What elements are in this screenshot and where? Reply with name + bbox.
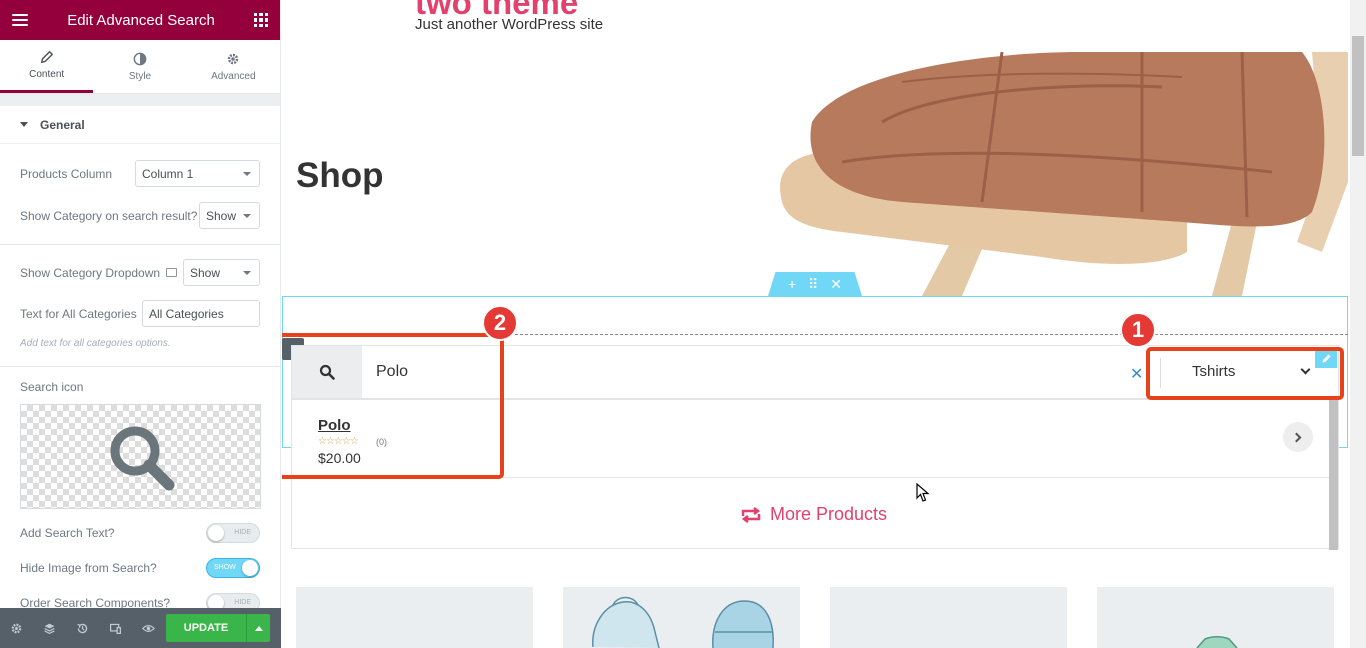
section-general-header[interactable]: General <box>0 106 280 144</box>
tab-content[interactable]: Content <box>0 40 94 93</box>
show-category-dropdown-select[interactable]: Show <box>183 259 260 286</box>
add-section-icon[interactable]: + <box>788 276 796 292</box>
products-column-select[interactable]: Column 1 <box>135 160 260 187</box>
navigator-layers-icon[interactable] <box>33 608 66 648</box>
page-scrollbar[interactable] <box>1350 0 1366 648</box>
product-card[interactable] <box>563 587 800 648</box>
panel-tabs: Content Style Advanced <box>0 40 280 94</box>
update-options-button[interactable] <box>246 614 270 642</box>
tab-advanced-label: Advanced <box>211 70 256 82</box>
history-icon[interactable] <box>66 608 99 648</box>
control-label: Add Search Text? <box>20 526 115 540</box>
all-categories-text-input[interactable]: All Categories <box>142 300 260 327</box>
editor-sidebar: Edit Advanced Search Content Style Advan… <box>0 0 281 648</box>
widgets-grid-icon[interactable] <box>253 13 268 27</box>
control-label: Show Category Dropdown <box>20 265 178 280</box>
page-title: Shop <box>296 156 384 195</box>
more-products-label: More Products <box>770 504 888 524</box>
chair-image <box>780 52 1348 296</box>
control-label: Show Category on search result? <box>20 208 198 223</box>
tshirt-image <box>1196 636 1238 648</box>
delete-section-icon[interactable]: ✕ <box>830 276 842 293</box>
chevron-down-icon <box>243 270 251 275</box>
annotation-box-1 <box>1146 347 1344 400</box>
mouse-cursor-icon <box>916 483 930 502</box>
toggle-state: SHOW <box>214 564 236 571</box>
select-value: Column 1 <box>142 166 194 181</box>
input-value: All Categories <box>149 306 224 321</box>
control-show-category-dropdown: Show Category Dropdown Show <box>20 259 260 286</box>
chevron-down-icon <box>243 171 251 176</box>
toggle-knob <box>242 560 258 576</box>
sidebar-title: Edit Advanced Search <box>67 11 215 29</box>
tab-style[interactable]: Style <box>93 40 186 93</box>
results-scrollbar[interactable] <box>1329 400 1338 550</box>
control-show-category-result: Show Category on search result? Show <box>20 202 260 229</box>
control-text-all-categories: Text for All Categories All Categories <box>20 300 260 327</box>
annotation-badge-2: 2 <box>482 305 518 341</box>
caret-up-icon <box>254 625 263 631</box>
more-products-link[interactable]: More Products <box>740 504 887 525</box>
annotation-badge-1: 1 <box>1120 312 1156 348</box>
search-icon-picker[interactable] <box>20 404 261 509</box>
section-handle[interactable]: + ⠿ ✕ <box>768 272 862 296</box>
control-label: Text for All Categories <box>20 306 137 321</box>
drag-section-icon[interactable]: ⠿ <box>808 276 818 293</box>
section-title: General <box>40 117 85 132</box>
chevron-right-icon <box>1291 432 1302 442</box>
tab-style-label: Style <box>128 70 152 82</box>
clear-search-icon[interactable]: ✕ <box>1130 364 1143 384</box>
pencil-icon <box>40 50 53 64</box>
chevron-down-icon <box>243 213 251 218</box>
control-label: Search icon <box>20 380 84 394</box>
select-value: Show <box>190 265 221 280</box>
all-categories-hint: Add text for all categories options. <box>20 338 171 349</box>
product-card[interactable] <box>296 587 533 648</box>
add-search-text-toggle[interactable]: HIDE <box>206 523 260 543</box>
product-card[interactable] <box>830 587 1067 648</box>
settings-icon[interactable] <box>0 608 33 648</box>
control-label-text: Show Category Dropdown <box>20 265 161 280</box>
responsive-mode-icon[interactable] <box>99 608 132 648</box>
sidebar-footer: UPDATE <box>0 608 281 648</box>
contrast-icon <box>133 52 147 65</box>
menu-icon[interactable] <box>12 14 28 26</box>
preview-eye-icon[interactable] <box>132 608 165 648</box>
search-icon <box>110 426 174 490</box>
select-value: Show <box>206 208 237 223</box>
tab-content-label: Content <box>29 69 65 80</box>
shop-hero-banner <box>282 52 1348 296</box>
toggle-state: HIDE <box>234 529 251 536</box>
next-result-button[interactable] <box>1283 422 1313 452</box>
hoodie-beanie-image <box>592 596 774 648</box>
site-tagline: Just another WordPress site <box>415 16 604 33</box>
repeat-icon <box>741 506 761 523</box>
update-button[interactable]: UPDATE <box>166 614 246 642</box>
scrollbar-thumb[interactable] <box>1352 36 1364 156</box>
section-spacer <box>0 94 280 106</box>
control-label: Products Column <box>20 166 113 181</box>
caret-down-icon <box>20 122 28 127</box>
control-add-search-text: Add Search Text? HIDE <box>20 523 260 543</box>
product-card[interactable] <box>1097 587 1334 648</box>
control-label: Hide Image from Search? <box>20 561 157 575</box>
toggle-state: HIDE <box>234 599 251 606</box>
divider <box>0 244 280 245</box>
control-hide-image: Hide Image from Search? SHOW <box>20 558 260 578</box>
control-search-icon: Search icon <box>20 380 260 394</box>
divider <box>0 366 280 367</box>
page-preview: two theme Just another WordPress site Sh… <box>282 0 1350 648</box>
hide-image-toggle[interactable]: SHOW <box>206 558 260 578</box>
annotation-box-2 <box>282 333 504 479</box>
show-category-result-select[interactable]: Show <box>199 202 260 229</box>
desktop-icon[interactable] <box>166 267 178 277</box>
control-products-column: Products Column Column 1 <box>20 160 260 187</box>
gear-icon <box>228 53 239 64</box>
tab-advanced[interactable]: Advanced <box>187 40 280 93</box>
toggle-knob <box>208 525 224 541</box>
sidebar-header: Edit Advanced Search <box>0 0 280 40</box>
